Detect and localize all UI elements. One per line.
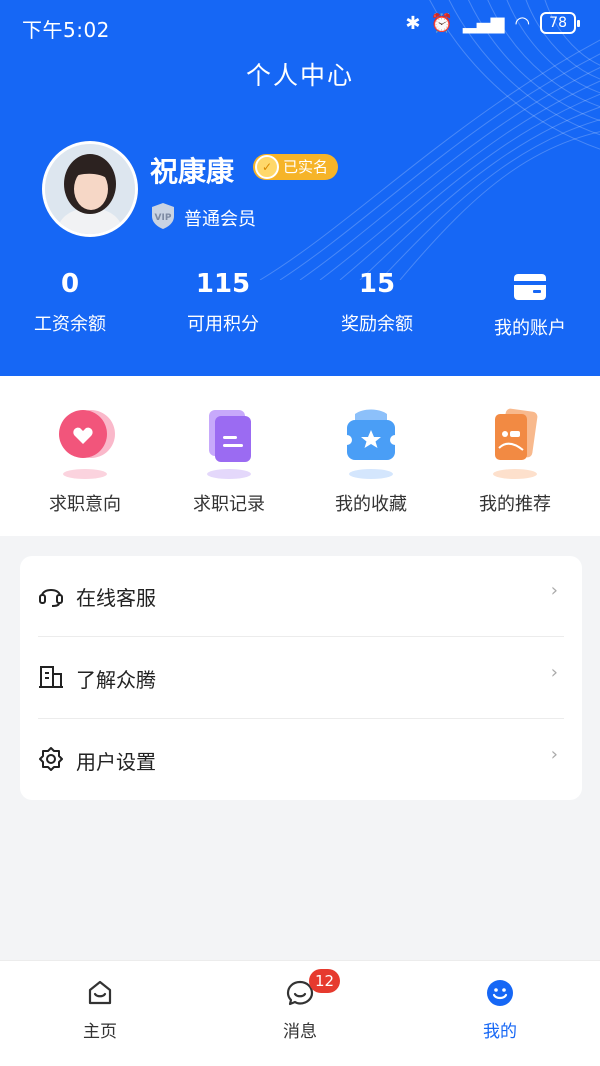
chevron-right-icon: ›: [550, 744, 558, 765]
verified-badge: ✓ 已实名: [253, 154, 339, 180]
stat-salary-balance[interactable]: 0 工资余额: [0, 266, 140, 336]
building-icon: [39, 666, 63, 688]
cards-icon: [493, 408, 538, 479]
tab-label: 主页: [83, 1022, 117, 1042]
svg-text:VIP: VIP: [155, 213, 172, 223]
unread-badge: 12: [309, 969, 341, 993]
stat-label: 我的账户: [494, 318, 566, 339]
heart-icon: [59, 410, 115, 479]
menu-item-label: 了解众腾: [76, 668, 156, 692]
job-intention-button[interactable]: 求职意向: [10, 404, 160, 516]
quick-actions: 求职意向 求职记录 我的收藏 我的推荐: [0, 376, 600, 536]
profile-header: 下午5:02 ✱ ⏰ ▂▄▆ ◠ 78 个人中心 祝康康 ✓ 已实名 VIP 普…: [0, 0, 600, 376]
tab-home[interactable]: 主页: [0, 979, 200, 1042]
stat-available-points[interactable]: 115 可用积分: [153, 266, 293, 336]
gear-icon: [39, 747, 63, 771]
quick-action-label: 我的收藏: [335, 494, 407, 515]
vip-shield-icon: VIP: [152, 203, 174, 229]
status-icons: ✱ ⏰ ▂▄▆ ◠ 78: [405, 12, 580, 34]
alarm-icon: ⏰: [430, 12, 453, 34]
my-favorites-button[interactable]: 我的收藏: [296, 404, 446, 516]
menu-item-label: 在线客服: [76, 586, 156, 610]
battery-icon: 78: [540, 12, 580, 34]
star-icon: [342, 409, 400, 479]
job-records-button[interactable]: 求职记录: [154, 404, 304, 516]
stat-value: 115: [195, 269, 251, 299]
document-icon: [207, 410, 251, 479]
settings-menu: 在线客服 › 了解众腾 › 用户设置 ›: [20, 556, 582, 800]
signal-icon: ▂▄▆: [462, 12, 505, 34]
bottom-tab-bar: 主页 12 消息 我的: [0, 960, 600, 1066]
menu-item-online-service[interactable]: 在线客服 ›: [20, 556, 582, 636]
member-level: 普通会员: [184, 209, 256, 230]
stat-label: 工资余额: [34, 314, 106, 335]
wallet-icon: [514, 274, 546, 300]
chevron-right-icon: ›: [550, 662, 558, 683]
tab-label: 消息: [283, 1022, 317, 1042]
verified-label: 已实名: [283, 158, 329, 176]
avatar[interactable]: [42, 141, 138, 237]
quick-action-label: 我的推荐: [479, 494, 551, 515]
home-icon: [88, 980, 112, 1005]
bluetooth-icon: ✱: [405, 12, 421, 34]
my-recommendations-button[interactable]: 我的推荐: [440, 404, 590, 516]
tab-label: 我的: [483, 1022, 517, 1042]
tab-messages[interactable]: 12 消息: [200, 969, 400, 1042]
stat-label: 可用积分: [187, 314, 259, 335]
user-name: 祝康康: [150, 155, 235, 188]
status-bar: 下午5:02 ✱ ⏰ ▂▄▆ ◠ 78: [0, 0, 600, 52]
status-time: 下午5:02: [22, 18, 110, 42]
headset-icon: [39, 589, 63, 607]
quick-action-label: 求职记录: [193, 494, 265, 515]
divider: [38, 718, 564, 719]
chevron-right-icon: ›: [550, 580, 558, 601]
avatar-image: [45, 144, 135, 234]
menu-item-user-settings[interactable]: 用户设置 ›: [20, 720, 582, 800]
stat-value: 15: [358, 269, 396, 299]
profile-icon: [487, 980, 513, 1006]
divider: [38, 636, 564, 637]
stat-reward-balance[interactable]: 15 奖励余额: [307, 266, 447, 336]
tab-profile[interactable]: 我的: [400, 979, 600, 1042]
menu-item-label: 用户设置: [76, 750, 156, 774]
wifi-icon: ◠: [514, 12, 531, 34]
my-account-button[interactable]: 我的账户: [460, 266, 600, 340]
verified-medal-icon: ✓: [255, 155, 279, 179]
stat-value: 0: [60, 269, 80, 299]
page-title: 个人中心: [245, 61, 354, 90]
stat-label: 奖励余额: [341, 314, 413, 335]
menu-item-about-zhongteng[interactable]: 了解众腾 ›: [20, 638, 582, 718]
quick-action-label: 求职意向: [49, 494, 121, 515]
